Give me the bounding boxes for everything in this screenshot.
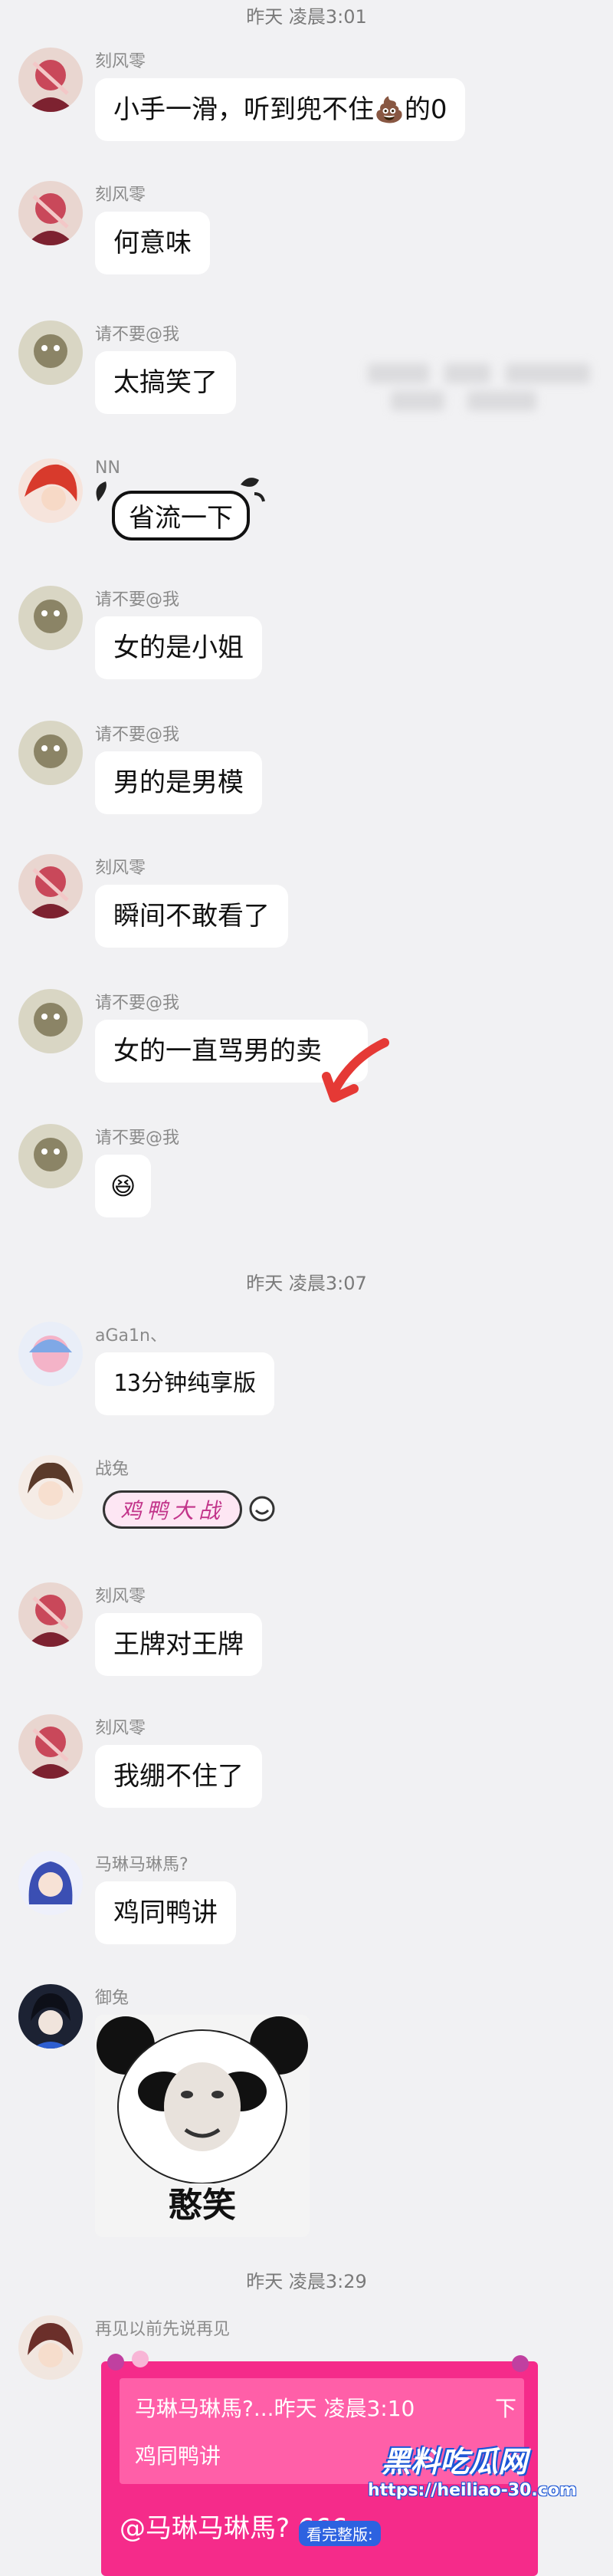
- avatar[interactable]: [18, 1851, 83, 1915]
- quoted-text: 鸡同鸭讲: [135, 2443, 221, 2469]
- heart-decoration-icon: [512, 2355, 529, 2372]
- avatar[interactable]: [18, 1714, 83, 1779]
- smiley-icon: [249, 1496, 275, 1522]
- message-text: 小手一滑，听到兜不住: [113, 94, 374, 125]
- avatar[interactable]: [18, 458, 83, 523]
- message-bubble[interactable]: 男的是男模: [95, 751, 262, 814]
- avatar[interactable]: [18, 320, 83, 385]
- sender-name: 刻风零: [95, 859, 146, 878]
- sticker-text: 省流一下: [112, 491, 250, 540]
- message-bubble[interactable]: 鸡同鸭讲: [95, 1881, 236, 1944]
- sticker-caption: 憨笑: [169, 2186, 236, 2225]
- message-bubble[interactable]: 小手一滑，听到兜不住💩的0: [95, 78, 466, 141]
- avatar[interactable]: [18, 48, 83, 112]
- sender-name: 马琳马琳馬?: [95, 1855, 188, 1875]
- poop-emoji-icon: 💩: [374, 95, 405, 124]
- message-bubble[interactable]: 😆: [95, 1155, 152, 1217]
- heart-decoration-icon: [107, 2354, 124, 2371]
- jump-down-icon[interactable]: 下: [495, 2392, 516, 2423]
- watermark-url: https://heiliao-30.com: [368, 2481, 577, 2500]
- timestamp: 昨天 凌晨3:07: [246, 1273, 367, 1294]
- timestamp: 昨天 凌晨3:01: [246, 6, 367, 28]
- message-bubble[interactable]: 我绷不住了: [95, 1745, 262, 1808]
- avatar[interactable]: [18, 1984, 83, 2049]
- avatar[interactable]: [18, 586, 83, 650]
- panda-face-icon: [97, 2016, 308, 2184]
- sender-name: 刻风零: [95, 186, 146, 205]
- avatar[interactable]: [18, 1124, 83, 1188]
- sender-name: 刻风零: [95, 1719, 146, 1738]
- avatar[interactable]: [18, 1455, 83, 1520]
- message-bubble[interactable]: 王牌对王牌: [95, 1613, 262, 1676]
- heart-decoration-icon: [132, 2351, 149, 2367]
- sender-name: 请不要@我: [95, 325, 180, 344]
- avatar[interactable]: [18, 854, 83, 918]
- message-bubble[interactable]: 太搞笑了: [95, 351, 236, 414]
- sender-name: aGa1n、: [95, 1326, 167, 1346]
- redacted-blur: [368, 360, 598, 414]
- watermark-tag: 看完整版:: [299, 2521, 381, 2546]
- sticker-text: 鸡鸭大战: [103, 1490, 243, 1529]
- sender-name: 请不要@我: [95, 994, 180, 1013]
- avatar[interactable]: [18, 989, 83, 1053]
- sender-name: 请不要@我: [95, 590, 180, 610]
- sender-name: 再见以前先说再见: [95, 2320, 231, 2339]
- avatar[interactable]: [18, 181, 83, 245]
- sender-name: 御兔: [95, 1989, 129, 2008]
- red-arrow-icon: [322, 1038, 389, 1102]
- timestamp: 昨天 凌晨3:29: [246, 2271, 367, 2292]
- sender-name: 刻风零: [95, 1587, 146, 1606]
- message-bubble[interactable]: 13分钟纯享版: [95, 1352, 275, 1415]
- message-bubble[interactable]: 瞬间不敢看了: [95, 885, 288, 948]
- panda-meme-sticker[interactable]: 憨笑: [95, 2015, 310, 2237]
- watermark: 黑料吃瓜网 https://heiliao-30.com 看完整版:: [299, 2438, 605, 2546]
- sender-name: 战兔: [95, 1460, 129, 1479]
- quoted-header: 马琳马琳馬?...昨天 凌晨3:10: [135, 2396, 415, 2421]
- message-text-suffix: 的0: [404, 94, 447, 125]
- message-bubble[interactable]: 何意味: [95, 212, 210, 274]
- sender-name: 请不要@我: [95, 1129, 180, 1148]
- sender-name: 请不要@我: [95, 725, 180, 744]
- message-bubble[interactable]: 女的是小姐: [95, 616, 262, 679]
- sticker-message[interactable]: 鸡鸭大战: [95, 1478, 279, 1539]
- avatar[interactable]: [18, 1582, 83, 1647]
- avatar[interactable]: [18, 2315, 83, 2380]
- watermark-brand: 黑料吃瓜网: [382, 2445, 528, 2479]
- avatar[interactable]: [18, 721, 83, 785]
- avatar[interactable]: [18, 1322, 83, 1386]
- sender-name: 刻风零: [95, 52, 146, 71]
- sticker-message[interactable]: 省流一下: [95, 478, 271, 544]
- laughing-emoji-icon: 😆: [110, 1171, 136, 1201]
